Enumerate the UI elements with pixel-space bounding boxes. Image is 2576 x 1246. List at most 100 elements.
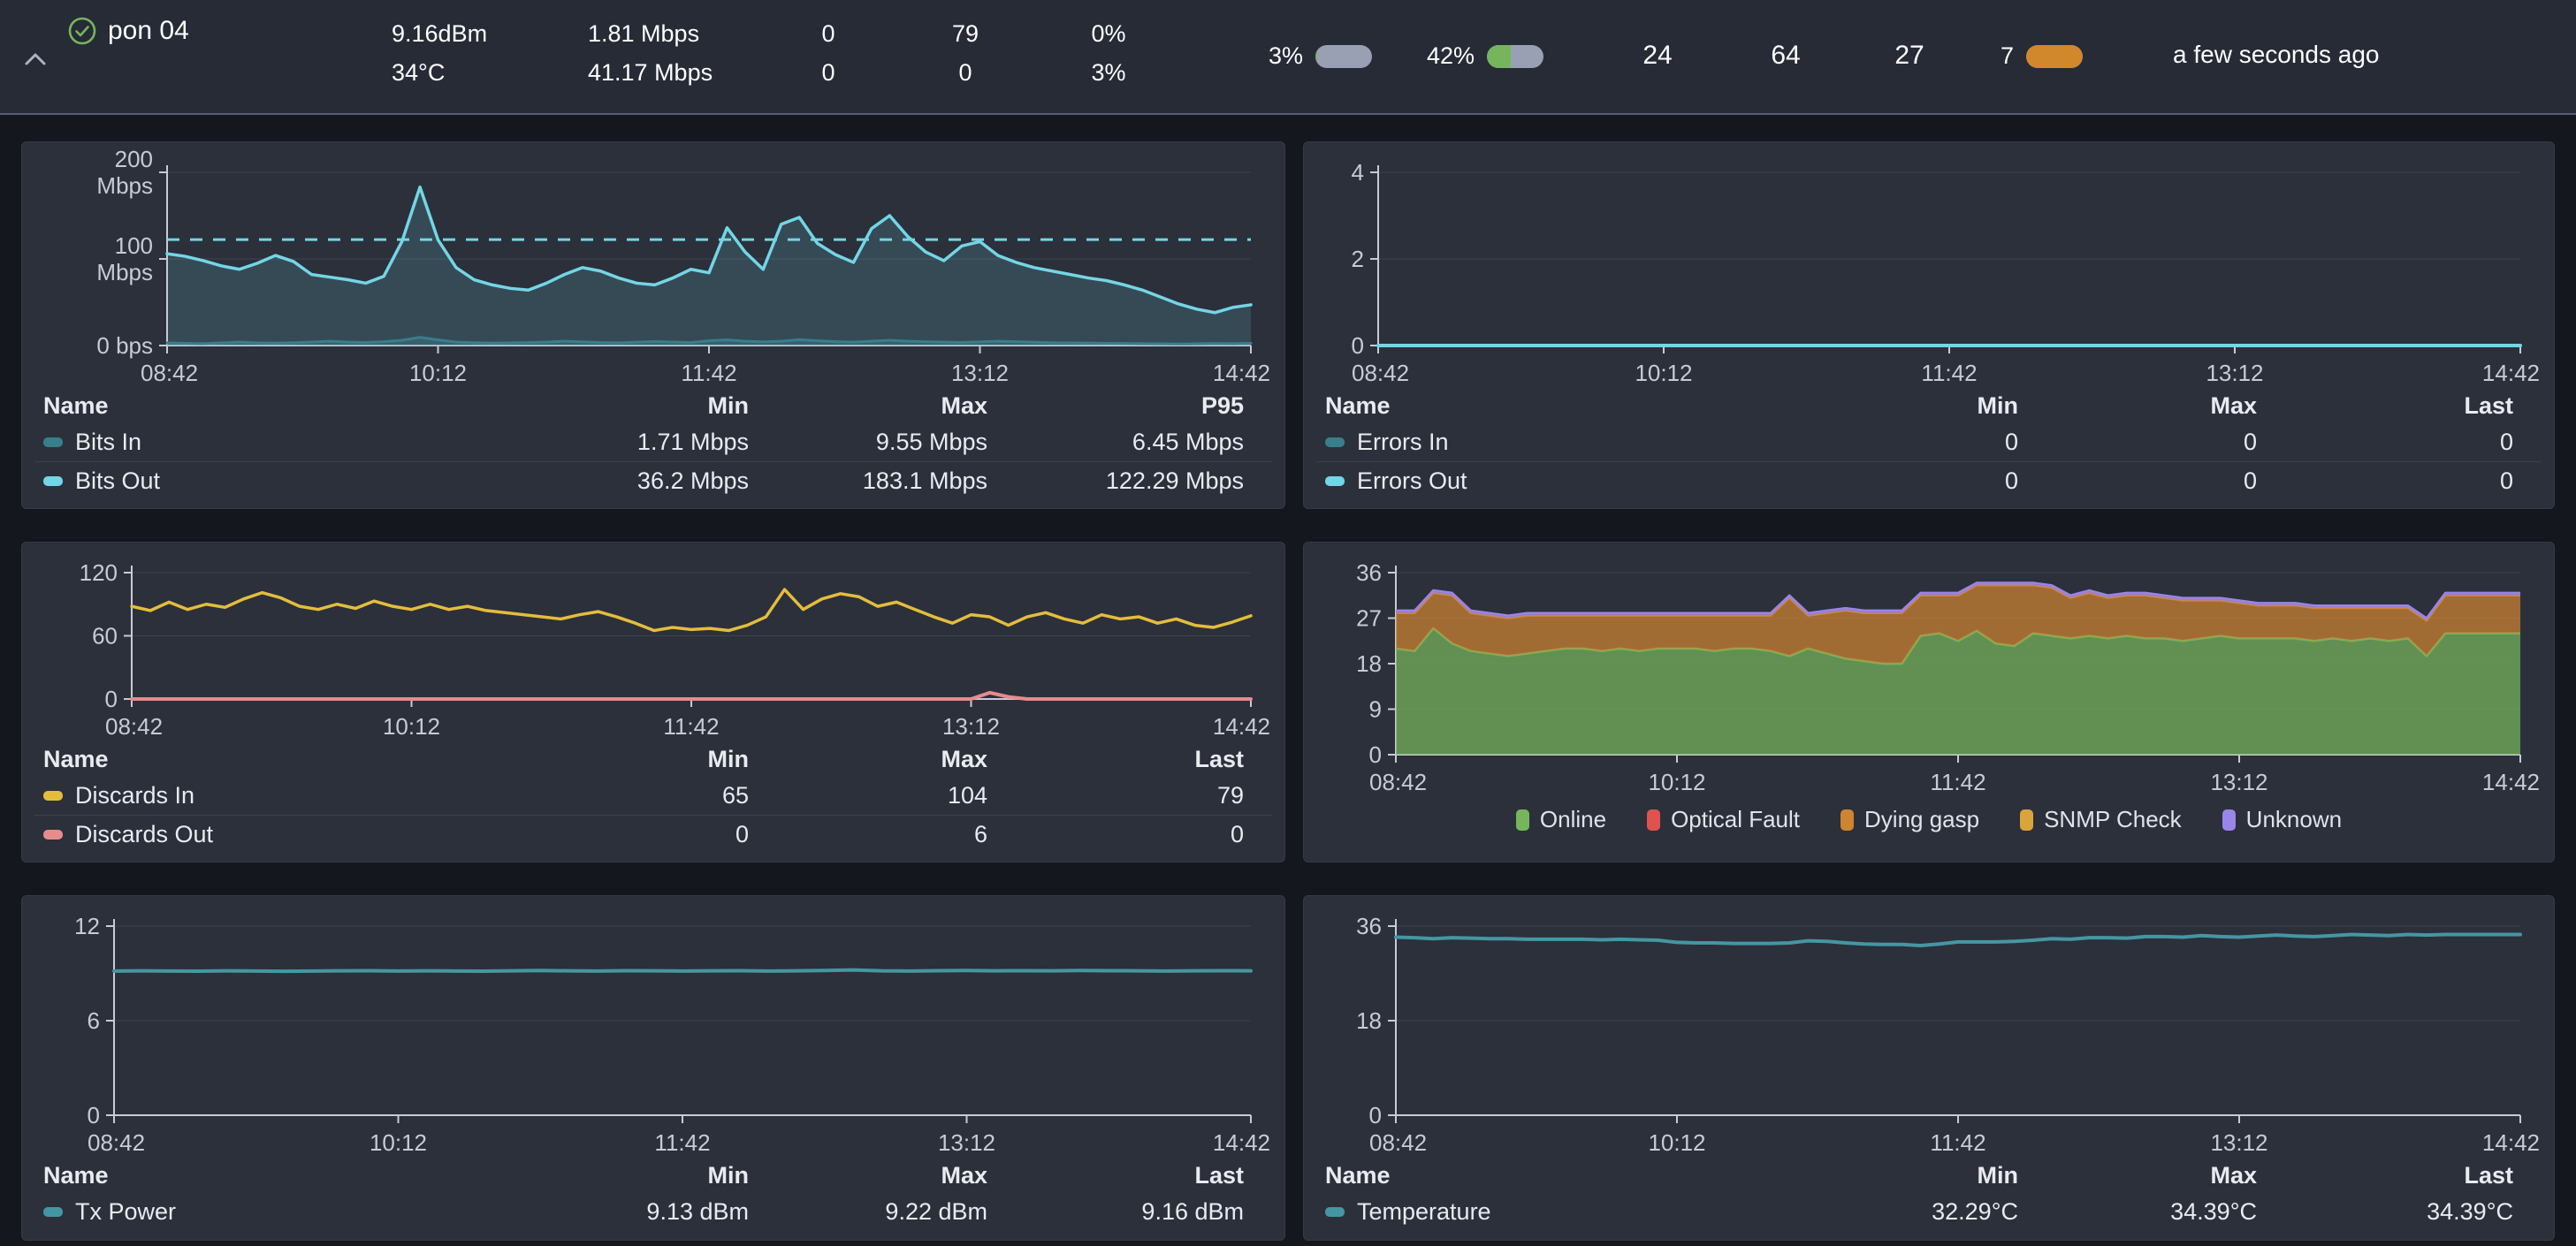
panel-grid: 0 bps100Mbps200Mbps08:4210:1211:4213:121… <box>21 141 2555 1241</box>
column-header-min[interactable]: Min <box>530 746 768 773</box>
column-header-name[interactable]: Name <box>43 392 530 420</box>
chevron-up-icon <box>23 50 48 68</box>
series-toggle[interactable]: Errors In <box>1325 429 1799 456</box>
column-header-name[interactable]: Name <box>43 746 530 773</box>
column-header-last[interactable]: Last <box>2276 1162 2533 1189</box>
last-updated-text: a few seconds ago <box>2173 41 2380 69</box>
series-stat-value: 0 <box>530 821 768 848</box>
series-stat-value: 34.39°C <box>2038 1198 2276 1226</box>
series-label: Discards In <box>75 782 194 809</box>
legend-color-swatch <box>2222 809 2236 831</box>
svg-text:11:42: 11:42 <box>681 360 736 386</box>
row-title[interactable]: pon 04 <box>108 16 189 46</box>
panel-onu-status: 0918273608:4210:1211:4213:1214:42 Online… <box>1303 542 2555 862</box>
series-label: Temperature <box>1357 1198 1491 1226</box>
series-stat-value: 9.22 dBm <box>768 1198 1007 1226</box>
series-toggle[interactable]: Bits Out <box>43 467 530 495</box>
series-row: Tx Power9.13 dBm9.22 dBm9.16 dBm <box>34 1193 1272 1231</box>
svg-text:27: 27 <box>1356 605 1382 632</box>
column-header-min[interactable]: Min <box>530 1162 768 1189</box>
svg-text:14:42: 14:42 <box>2482 769 2540 795</box>
svg-text:12: 12 <box>74 913 100 939</box>
svg-text:11:42: 11:42 <box>1921 360 1977 386</box>
column-header-max[interactable]: Max <box>768 1162 1007 1189</box>
stat-value: 9.16dBm <box>392 14 487 53</box>
series-row: Errors Out000 <box>1316 461 2542 500</box>
series-toggle[interactable]: Tx Power <box>43 1198 530 1226</box>
column-header-last[interactable]: Last <box>1007 746 1263 773</box>
svg-text:18: 18 <box>1356 1007 1382 1034</box>
svg-text:200Mbps: 200Mbps <box>96 149 153 199</box>
series-toggle[interactable]: Discards In <box>43 782 530 809</box>
legend-item-snmp-check[interactable]: SNMP Check <box>2020 806 2182 833</box>
gauge-alerts: 7 <box>1978 42 2083 70</box>
series-toggle[interactable]: Bits In <box>43 429 530 456</box>
column-header-p95[interactable]: P95 <box>1007 392 1263 420</box>
column-header-last[interactable]: Last <box>2276 392 2533 420</box>
svg-text:10:12: 10:12 <box>1648 769 1705 795</box>
legend-item-dying-gasp[interactable]: Dying gasp <box>1841 806 1979 833</box>
series-row: Temperature32.29°C34.39°C34.39°C <box>1316 1193 2542 1231</box>
legend-color-swatch <box>1841 809 1854 831</box>
column-header-name[interactable]: Name <box>1325 392 1799 420</box>
svg-text:14:42: 14:42 <box>1213 713 1270 740</box>
stat-value: 0% <box>1071 14 1146 53</box>
gauge-utilization-large: 42% <box>1425 42 1543 70</box>
gauge-utilization-small: 3% <box>1254 42 1372 70</box>
column-header-min[interactable]: Min <box>530 392 768 420</box>
series-label: Bits In <box>75 429 141 456</box>
column-header-max[interactable]: Max <box>768 746 1007 773</box>
series-stat-value: 0 <box>2038 467 2276 495</box>
svg-text:6: 6 <box>88 1007 100 1034</box>
stat-pair-percent: 0% 3% <box>1071 14 1146 92</box>
svg-text:9: 9 <box>1369 696 1382 723</box>
series-stat-value: 65 <box>530 782 768 809</box>
series-row: Discards In6510479 <box>34 777 1272 815</box>
column-header-name[interactable]: Name <box>1325 1162 1799 1189</box>
series-color-swatch <box>43 830 63 840</box>
stat-bandwidth: 1.81 Mbps 41.17 Mbps <box>588 14 713 92</box>
column-header-min[interactable]: Min <box>1799 1162 2038 1189</box>
column-header-max[interactable]: Max <box>768 392 1007 420</box>
svg-text:13:12: 13:12 <box>2206 360 2263 386</box>
gauge-bar <box>1487 45 1543 68</box>
row-collapse-button[interactable] <box>19 46 51 74</box>
series-stat-value: 104 <box>768 782 1007 809</box>
series-stat-value: 1.71 Mbps <box>530 429 768 456</box>
column-header-min[interactable]: Min <box>1799 392 2038 420</box>
series-stat-value: 183.1 Mbps <box>768 467 1007 495</box>
series-label: Bits Out <box>75 467 160 495</box>
svg-text:0: 0 <box>88 1102 100 1128</box>
svg-text:11:42: 11:42 <box>1930 1129 1985 1156</box>
legend-color-swatch <box>1516 809 1529 831</box>
series-stat-value: 9.16 dBm <box>1007 1198 1263 1226</box>
legend-item-online[interactable]: Online <box>1516 806 1606 833</box>
series-stat-value: 122.29 Mbps <box>1007 467 1263 495</box>
svg-text:10:12: 10:12 <box>1648 1129 1705 1156</box>
svg-text:13:12: 13:12 <box>951 360 1009 386</box>
tx-power-legend-table: NameMinMaxLast Tx Power9.13 dBm9.22 dBm9.… <box>34 1158 1272 1231</box>
series-toggle[interactable]: Errors Out <box>1325 467 1799 495</box>
panel-tx-power: 061208:4210:1211:4213:1214:42 NameMinMax… <box>21 895 1285 1241</box>
series-toggle[interactable]: Discards Out <box>43 821 530 848</box>
stat-optical-levels: 9.16dBm 34°C <box>392 14 487 92</box>
column-header-name[interactable]: Name <box>43 1162 530 1189</box>
stat-value: 79 <box>928 14 1002 53</box>
series-stat-value: 0 <box>2276 467 2533 495</box>
svg-text:0: 0 <box>105 686 118 712</box>
column-header-max[interactable]: Max <box>2038 392 2276 420</box>
series-row: Bits Out36.2 Mbps183.1 Mbps122.29 Mbps <box>34 461 1272 500</box>
series-color-swatch <box>43 437 63 447</box>
legend-item-unknown[interactable]: Unknown <box>2222 806 2342 833</box>
errors-legend-table: NameMinMaxLastErrors In000Errors Out000 <box>1316 388 2542 500</box>
legend-label: SNMP Check <box>2044 806 2182 833</box>
svg-text:08:42: 08:42 <box>1352 360 1409 386</box>
column-header-max[interactable]: Max <box>2038 1162 2276 1189</box>
column-header-last[interactable]: Last <box>1007 1162 1263 1189</box>
legend-item-optical-fault[interactable]: Optical Fault <box>1647 806 1800 833</box>
svg-text:0: 0 <box>1352 332 1364 359</box>
svg-text:14:42: 14:42 <box>1213 1129 1270 1156</box>
legend-label: Dying gasp <box>1864 806 1979 833</box>
series-toggle[interactable]: Temperature <box>1325 1198 1799 1226</box>
svg-text:13:12: 13:12 <box>942 713 1000 740</box>
